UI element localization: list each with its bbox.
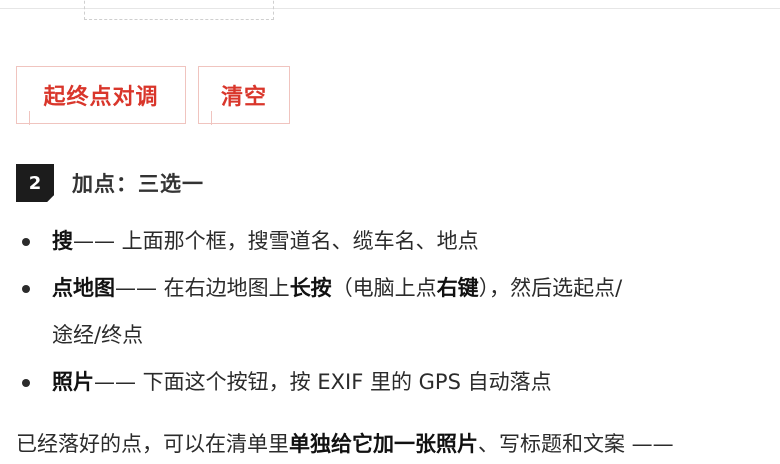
bullet-icon [22, 379, 30, 387]
step-header: 2 加点：三选一 [16, 164, 204, 202]
option-map-desc-c: （电脑上点 [331, 276, 437, 300]
clear-button[interactable]: 清空 [198, 66, 290, 125]
list-item-search: 搜—— 上面那个框，搜雪道名、缆车名、地点 [16, 218, 776, 265]
option-map-desc-e: ），然后选起点/ [478, 276, 623, 300]
upload-dropzone-edge[interactable] [84, 0, 274, 20]
option-search-desc: —— 上面那个框，搜雪道名、缆车名、地点 [73, 229, 479, 253]
para-bold-b: 单独给它加一张照片 [289, 432, 478, 456]
option-map-rightclick: 右键 [436, 276, 479, 300]
add-point-options-list: 搜—— 上面那个框，搜雪道名、缆车名、地点 点地图—— 在右边地图上长按（电脑上… [16, 218, 776, 406]
button-decoration [211, 111, 289, 125]
option-photo-desc: —— 下面这个按钮，按 EXIF 里的 GPS 自动落点 [94, 370, 552, 394]
instruction-paragraph: 已经落好的点，可以在清单里单独给它加一张照片、写标题和文案 —— [16, 424, 776, 464]
list-item-map: 点地图—— 在右边地图上长按（电脑上点右键），然后选起点/途经/终点 [16, 265, 776, 359]
option-map-title: 点地图 [52, 276, 115, 300]
swap-start-end-button[interactable]: 起终点对调 [16, 66, 186, 125]
para-text-c: 、写标题和文案 —— [478, 432, 674, 456]
bullet-icon [22, 238, 30, 246]
list-item-photo: 照片—— 下面这个按钮，按 EXIF 里的 GPS 自动落点 [16, 359, 776, 406]
button-decoration [29, 111, 185, 125]
step-title: 加点：三选一 [72, 172, 204, 196]
bullet-icon [22, 285, 30, 293]
option-map-desc-a: —— 在右边地图上 [115, 276, 290, 300]
option-map-longpress: 长按 [289, 276, 332, 300]
swap-start-end-label: 起终点对调 [43, 85, 159, 110]
step-number-badge: 2 [16, 164, 54, 202]
option-photo-title: 照片 [52, 370, 94, 394]
clear-label: 清空 [220, 85, 267, 110]
option-search-title: 搜 [52, 229, 73, 253]
option-map-desc-f: 途经/终点 [52, 323, 144, 347]
para-text-a: 已经落好的点，可以在清单里 [16, 432, 289, 456]
